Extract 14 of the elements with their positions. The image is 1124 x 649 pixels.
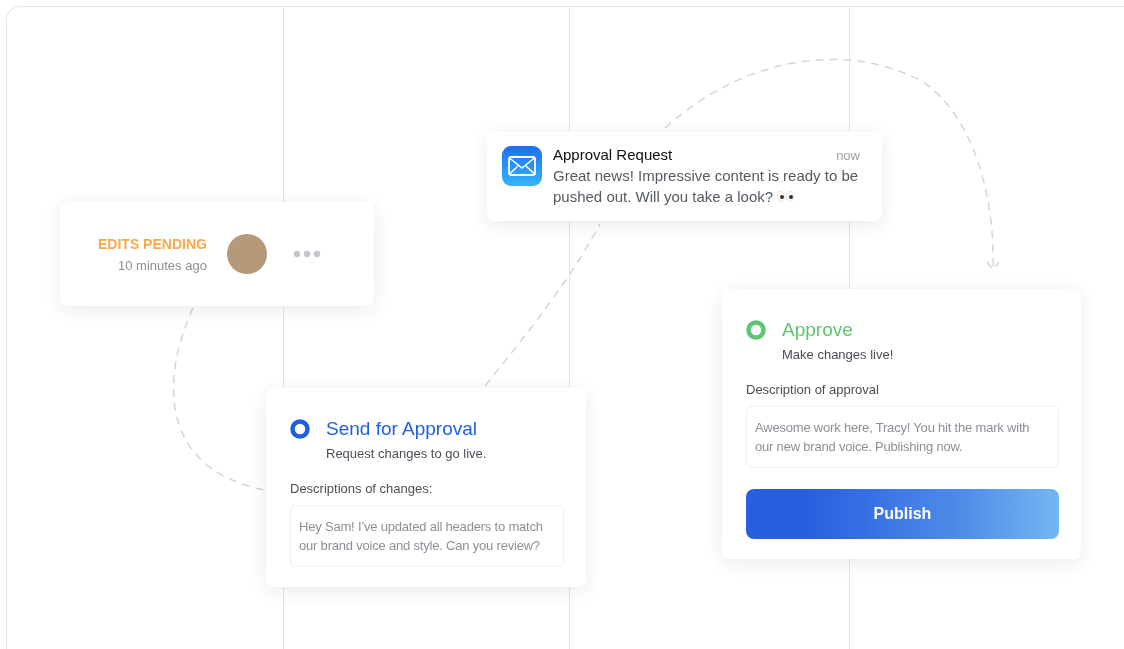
timestamp: 10 minutes ago <box>118 257 207 273</box>
notification-message: Great news! Impressive content is ready to be pushed out. Will you take a look? <box>553 166 860 207</box>
message-field[interactable]: Awesome work here, Tracy! You hit the mark with our new brand voice. Publishing now. <box>746 406 1059 468</box>
option-title: Approve <box>782 319 853 341</box>
notification-title: Approval Request <box>553 146 673 163</box>
option-subtitle: Request changes to go live. <box>326 446 488 461</box>
option-subtitle: Make changes live! <box>782 347 895 362</box>
message-field[interactable]: Hey Sam! I’ve updated all headers to match our brand voice and style. Can you review? <box>290 505 564 567</box>
status-label: EDITS PENDING <box>98 235 207 252</box>
publish-button[interactable]: Publish <box>746 489 1059 539</box>
field-label: Description of approval <box>746 382 880 397</box>
notification-time: now <box>836 148 860 163</box>
option-title: Send for Approval <box>326 418 478 440</box>
field-label: Descriptions of changes: <box>290 481 434 496</box>
